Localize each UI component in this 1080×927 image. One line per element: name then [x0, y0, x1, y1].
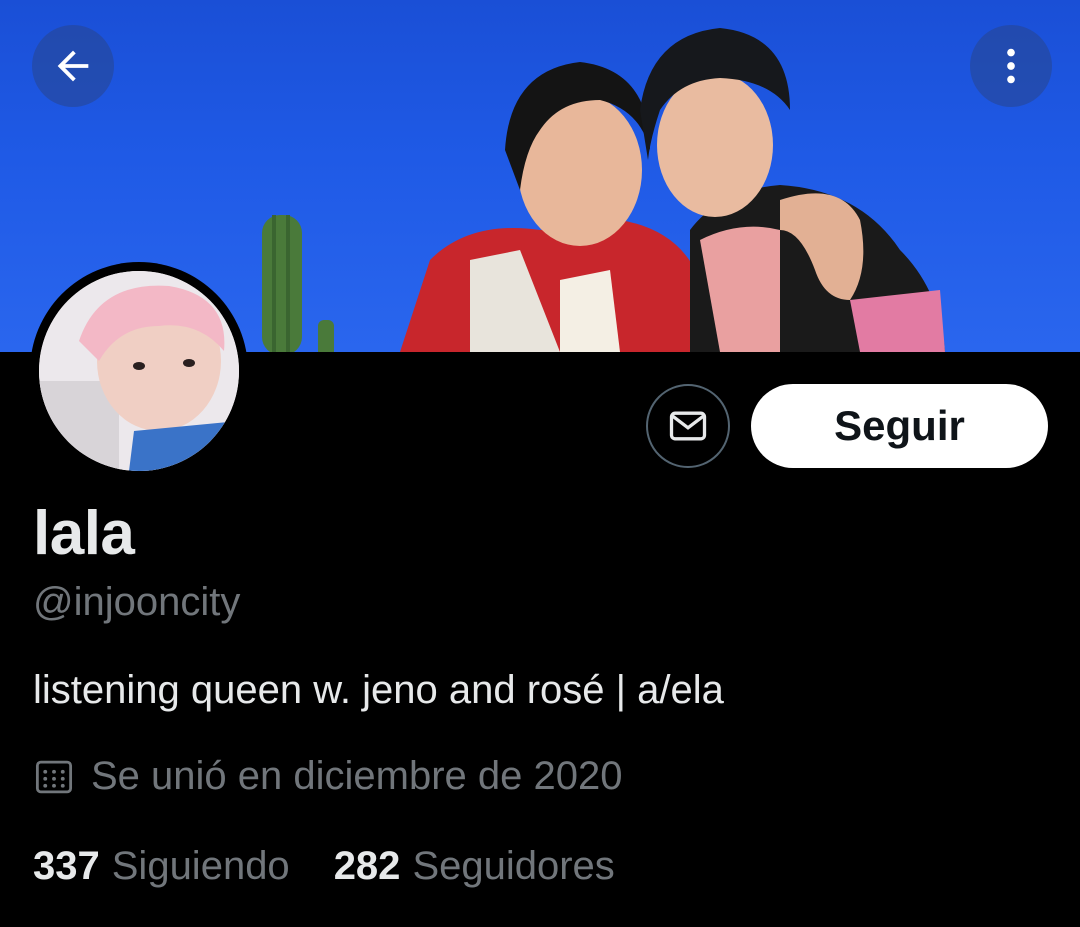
vertical-ellipsis-icon [1007, 48, 1015, 84]
followers-stat[interactable]: 282 Seguidores [334, 844, 615, 889]
followers-count: 282 [333, 844, 401, 888]
joined-date: Se unió en diciembre de 2020 [33, 754, 622, 799]
followers-label: Seguidores [412, 844, 615, 888]
back-button[interactable] [32, 25, 114, 107]
following-count: 337 [33, 844, 100, 888]
follow-button[interactable]: Seguir [751, 384, 1048, 468]
more-options-button[interactable] [970, 25, 1052, 107]
calendar-icon [35, 760, 73, 793]
avatar-photo [39, 271, 239, 471]
envelope-icon [669, 411, 707, 441]
display-name: lala [33, 499, 135, 568]
profile-stats: 337 Siguiendo 282 Seguidores [33, 844, 659, 889]
joined-text: Se unió en diciembre de 2020 [91, 754, 623, 798]
bio: listening queen w. jeno and rosé | a/ela [33, 668, 724, 712]
following-stat[interactable]: 337 Siguiendo [33, 844, 290, 889]
following-label: Siguiendo [111, 844, 290, 888]
message-button[interactable] [646, 384, 730, 468]
arrow-left-icon [57, 50, 89, 82]
handle: @injooncity [33, 580, 241, 624]
avatar[interactable] [30, 262, 248, 480]
